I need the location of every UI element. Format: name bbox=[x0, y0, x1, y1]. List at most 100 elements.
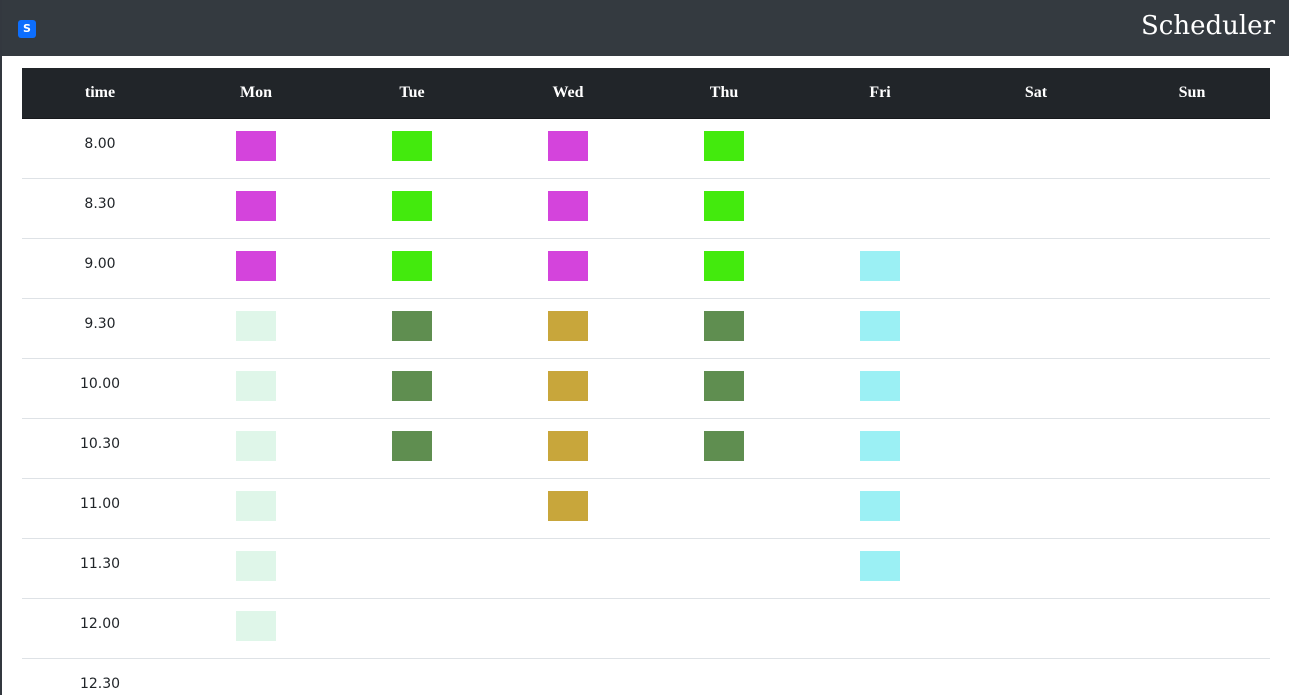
slot-cell-wed[interactable] bbox=[490, 298, 646, 359]
slot-cell-fri[interactable] bbox=[802, 298, 958, 359]
slot-cell-sun[interactable] bbox=[1114, 598, 1270, 659]
scheduled-block[interactable] bbox=[392, 371, 432, 401]
slot-cell-tue[interactable] bbox=[334, 658, 490, 695]
slot-cell-fri[interactable] bbox=[802, 658, 958, 695]
scheduled-block[interactable] bbox=[860, 251, 900, 281]
app-logo-icon[interactable]: S bbox=[18, 20, 36, 38]
slot-cell-mon[interactable] bbox=[178, 598, 334, 659]
slot-cell-sat[interactable] bbox=[958, 178, 1114, 239]
scheduled-block[interactable] bbox=[704, 371, 744, 401]
slot-cell-thu[interactable] bbox=[646, 358, 802, 419]
slot-cell-fri[interactable] bbox=[802, 418, 958, 479]
slot-cell-tue[interactable] bbox=[334, 178, 490, 239]
slot-cell-wed[interactable] bbox=[490, 118, 646, 179]
scheduled-block[interactable] bbox=[548, 371, 588, 401]
scheduled-block[interactable] bbox=[236, 491, 276, 521]
slot-cell-mon[interactable] bbox=[178, 178, 334, 239]
scheduled-block[interactable] bbox=[860, 431, 900, 461]
slot-cell-fri[interactable] bbox=[802, 238, 958, 299]
slot-cell-sun[interactable] bbox=[1114, 538, 1270, 599]
slot-cell-thu[interactable] bbox=[646, 418, 802, 479]
slot-cell-thu[interactable] bbox=[646, 478, 802, 539]
slot-cell-wed[interactable] bbox=[490, 418, 646, 479]
slot-cell-sat[interactable] bbox=[958, 598, 1114, 659]
slot-cell-sun[interactable] bbox=[1114, 118, 1270, 179]
scheduled-block[interactable] bbox=[236, 431, 276, 461]
slot-cell-sat[interactable] bbox=[958, 238, 1114, 299]
scheduled-block[interactable] bbox=[704, 251, 744, 281]
scheduled-block[interactable] bbox=[392, 431, 432, 461]
slot-cell-thu[interactable] bbox=[646, 538, 802, 599]
slot-cell-wed[interactable] bbox=[490, 358, 646, 419]
scheduled-block[interactable] bbox=[236, 131, 276, 161]
scheduled-block[interactable] bbox=[236, 371, 276, 401]
slot-cell-sat[interactable] bbox=[958, 418, 1114, 479]
scheduled-block[interactable] bbox=[392, 131, 432, 161]
slot-cell-tue[interactable] bbox=[334, 298, 490, 359]
slot-cell-mon[interactable] bbox=[178, 238, 334, 299]
scheduled-block[interactable] bbox=[548, 251, 588, 281]
slot-cell-sun[interactable] bbox=[1114, 478, 1270, 539]
scheduled-block[interactable] bbox=[392, 311, 432, 341]
scheduled-block[interactable] bbox=[860, 371, 900, 401]
slot-cell-thu[interactable] bbox=[646, 118, 802, 179]
slot-cell-sat[interactable] bbox=[958, 658, 1114, 695]
slot-cell-tue[interactable] bbox=[334, 418, 490, 479]
slot-cell-mon[interactable] bbox=[178, 478, 334, 539]
slot-cell-tue[interactable] bbox=[334, 598, 490, 659]
scheduled-block[interactable] bbox=[548, 491, 588, 521]
slot-cell-fri[interactable] bbox=[802, 478, 958, 539]
slot-cell-sat[interactable] bbox=[958, 118, 1114, 179]
slot-cell-wed[interactable] bbox=[490, 238, 646, 299]
slot-cell-sat[interactable] bbox=[958, 298, 1114, 359]
slot-cell-sun[interactable] bbox=[1114, 418, 1270, 479]
scheduled-block[interactable] bbox=[236, 191, 276, 221]
scheduled-block[interactable] bbox=[236, 551, 276, 581]
slot-cell-tue[interactable] bbox=[334, 478, 490, 539]
slot-cell-tue[interactable] bbox=[334, 238, 490, 299]
slot-cell-mon[interactable] bbox=[178, 658, 334, 695]
slot-cell-sat[interactable] bbox=[958, 538, 1114, 599]
slot-cell-sat[interactable] bbox=[958, 478, 1114, 539]
slot-cell-fri[interactable] bbox=[802, 538, 958, 599]
scheduled-block[interactable] bbox=[704, 311, 744, 341]
scheduled-block[interactable] bbox=[548, 311, 588, 341]
scheduled-block[interactable] bbox=[392, 251, 432, 281]
slot-cell-mon[interactable] bbox=[178, 358, 334, 419]
scheduled-block[interactable] bbox=[704, 131, 744, 161]
slot-cell-wed[interactable] bbox=[490, 598, 646, 659]
slot-cell-fri[interactable] bbox=[802, 118, 958, 179]
scheduled-block[interactable] bbox=[236, 311, 276, 341]
slot-cell-tue[interactable] bbox=[334, 358, 490, 419]
scheduled-block[interactable] bbox=[548, 131, 588, 161]
slot-cell-thu[interactable] bbox=[646, 178, 802, 239]
slot-cell-sun[interactable] bbox=[1114, 298, 1270, 359]
slot-cell-mon[interactable] bbox=[178, 298, 334, 359]
slot-cell-wed[interactable] bbox=[490, 658, 646, 695]
slot-cell-mon[interactable] bbox=[178, 418, 334, 479]
slot-cell-thu[interactable] bbox=[646, 238, 802, 299]
scheduled-block[interactable] bbox=[548, 431, 588, 461]
slot-cell-wed[interactable] bbox=[490, 178, 646, 239]
slot-cell-sun[interactable] bbox=[1114, 178, 1270, 239]
slot-cell-mon[interactable] bbox=[178, 538, 334, 599]
slot-cell-sun[interactable] bbox=[1114, 238, 1270, 299]
slot-cell-sat[interactable] bbox=[958, 358, 1114, 419]
slot-cell-sun[interactable] bbox=[1114, 658, 1270, 695]
slot-cell-fri[interactable] bbox=[802, 358, 958, 419]
scheduled-block[interactable] bbox=[860, 491, 900, 521]
slot-cell-tue[interactable] bbox=[334, 118, 490, 179]
slot-cell-thu[interactable] bbox=[646, 598, 802, 659]
scheduled-block[interactable] bbox=[236, 251, 276, 281]
scheduled-block[interactable] bbox=[548, 191, 588, 221]
slot-cell-thu[interactable] bbox=[646, 298, 802, 359]
slot-cell-fri[interactable] bbox=[802, 178, 958, 239]
slot-cell-fri[interactable] bbox=[802, 598, 958, 659]
slot-cell-tue[interactable] bbox=[334, 538, 490, 599]
slot-cell-wed[interactable] bbox=[490, 538, 646, 599]
scheduled-block[interactable] bbox=[236, 611, 276, 641]
slot-cell-sun[interactable] bbox=[1114, 358, 1270, 419]
slot-cell-mon[interactable] bbox=[178, 118, 334, 179]
scheduled-block[interactable] bbox=[860, 551, 900, 581]
scheduled-block[interactable] bbox=[392, 191, 432, 221]
